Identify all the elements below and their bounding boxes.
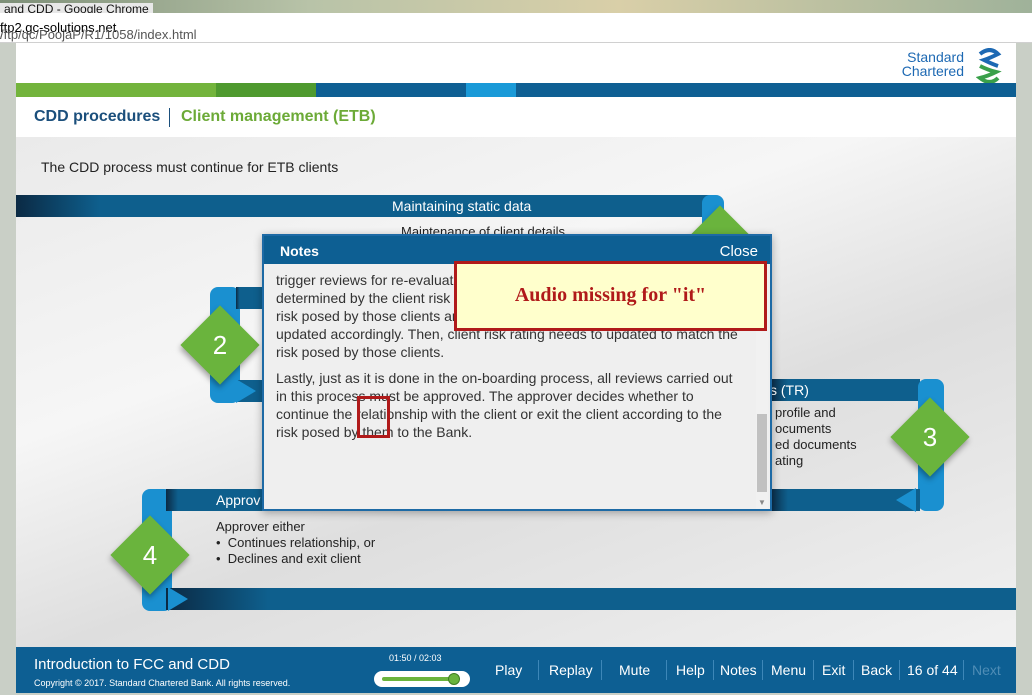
notes-paragraph: Lastly, just as it is done in the on-boa…: [276, 370, 733, 440]
menu-button[interactable]: Menu: [771, 662, 806, 678]
audio-progress-slider[interactable]: [374, 671, 470, 687]
progress-fill: [382, 677, 454, 681]
notes-title: Notes: [280, 243, 319, 259]
section-title: CDD procedures: [34, 108, 161, 125]
player-footer: Introduction to FCC and CDD Copyright © …: [16, 647, 1016, 693]
brand-color-bar: [16, 83, 1016, 97]
replay-button[interactable]: Replay: [549, 662, 593, 678]
copyright: Copyright © 2017. Standard Chartered Ban…: [34, 678, 291, 688]
standard-chartered-logo: Standard Chartered: [896, 48, 1006, 84]
exit-button[interactable]: Exit: [822, 662, 845, 678]
scrollbar-thumb[interactable]: [757, 414, 767, 492]
url-text[interactable]: / ftp2.gc-solutions.net/ftp/qc/PoojaP/R1/…: [0, 20, 197, 42]
play-button[interactable]: Play: [495, 662, 522, 678]
logo-mark-icon: [976, 48, 1002, 84]
help-button[interactable]: Help: [676, 662, 705, 678]
scroll-down-arrow-icon[interactable]: ▼: [758, 498, 766, 507]
progress-knob[interactable]: [448, 673, 460, 685]
band3-items: profile and ocuments ed documents ating: [775, 405, 857, 468]
audio-timer: 01:50 / 02:03: [389, 653, 442, 663]
step-3-number: 3: [922, 422, 938, 452]
annotation-text: Audio missing for "it": [514, 284, 707, 306]
notes-button[interactable]: Notes: [720, 662, 757, 678]
page-counter: 16 of 44: [907, 662, 958, 678]
address-bar[interactable]: / ftp2.gc-solutions.net/ftp/qc/PoojaP/R1/…: [0, 13, 1032, 43]
band4-text: Approver either • Continues relationship…: [216, 519, 376, 566]
band-maintaining-static-data: Maintaining static data: [16, 195, 711, 217]
page-heading: CDD procedures Client management (ETB): [16, 97, 1016, 137]
band4-bottom: [166, 588, 1016, 610]
review-annotation: Audio missing for "it": [454, 261, 767, 331]
notes-header: Notes Close: [264, 236, 770, 264]
course-player: Standard Chartered CDD procedures Client…: [16, 43, 1016, 693]
annotation-highlight-box: [357, 396, 390, 438]
band4-arrow-icon: [168, 587, 188, 611]
topic-title: Client management (ETB): [181, 108, 376, 125]
course-title: Introduction to FCC and CDD: [34, 656, 230, 673]
browser-titlebar: and CDD - Google Chrome: [0, 0, 1032, 16]
notes-close-button[interactable]: Close: [720, 243, 758, 260]
band3-arrow-icon: [896, 488, 916, 512]
band-triggered-reviews: s (TR): [770, 379, 920, 401]
step-2-number: 2: [212, 330, 228, 360]
step-4-number: 4: [142, 540, 158, 570]
band-approval: Approv: [166, 489, 266, 511]
back-button[interactable]: Back: [861, 662, 892, 678]
band2-arrow-icon: [236, 379, 256, 403]
mute-button[interactable]: Mute: [619, 662, 650, 678]
next-button[interactable]: Next: [972, 662, 1001, 678]
heading-divider: [169, 108, 170, 127]
intro-text: The CDD process must continue for ETB cl…: [41, 159, 339, 175]
